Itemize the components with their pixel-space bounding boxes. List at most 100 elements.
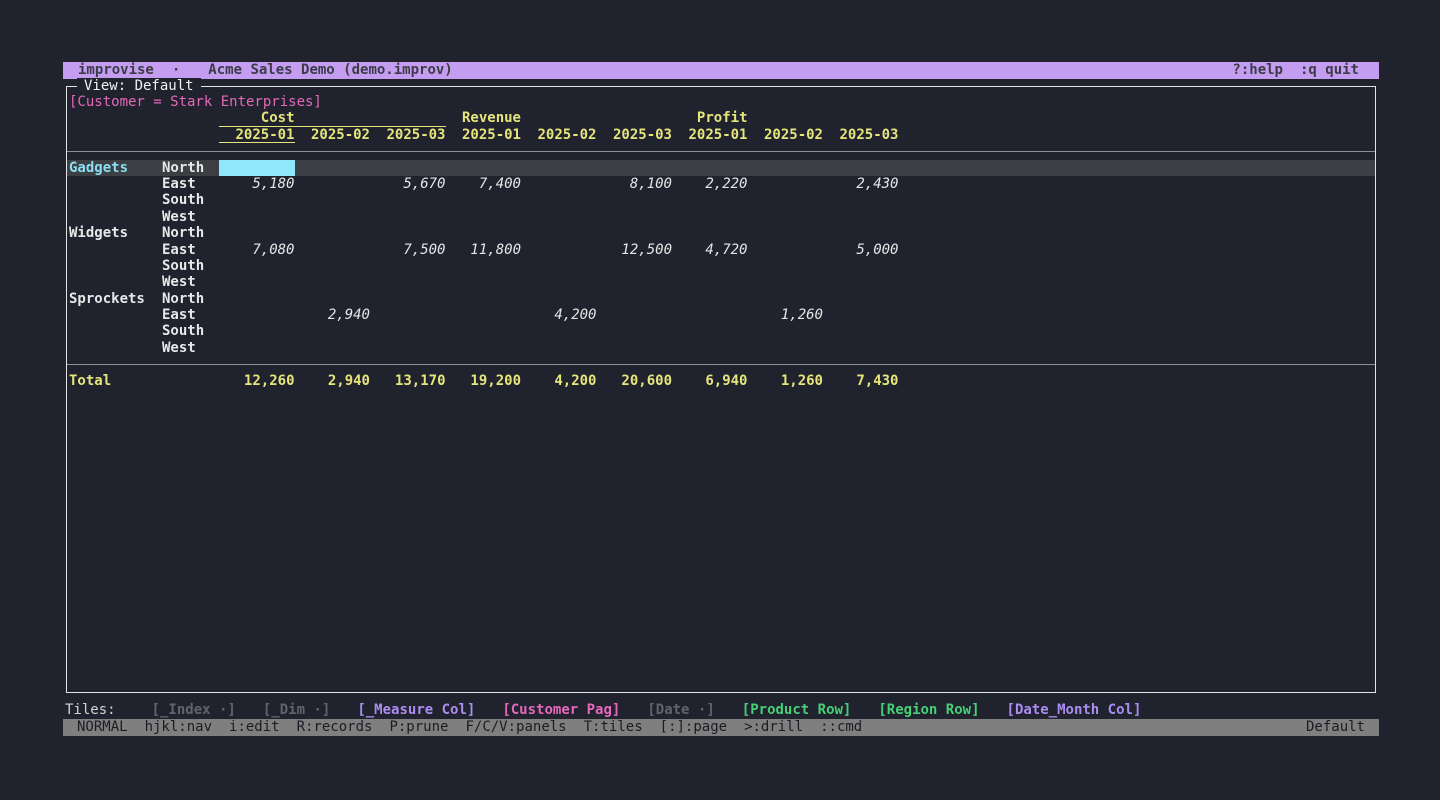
- value-cell[interactable]: [672, 258, 748, 274]
- month-header-cell[interactable]: 2025-02: [295, 127, 371, 143]
- value-cell[interactable]: [446, 307, 522, 323]
- tile-dim[interactable]: [_Dim ·]: [263, 702, 330, 718]
- value-cell[interactable]: [748, 258, 824, 274]
- value-cell[interactable]: [672, 160, 748, 176]
- value-cell[interactable]: [370, 340, 446, 356]
- value-cell[interactable]: [597, 307, 673, 323]
- value-cell[interactable]: [370, 192, 446, 208]
- value-cell[interactable]: [597, 225, 673, 241]
- value-cell[interactable]: [672, 209, 748, 225]
- tile-measurecol[interactable]: [_Measure Col]: [357, 702, 475, 718]
- value-cell[interactable]: [823, 209, 899, 225]
- value-cell[interactable]: [446, 209, 522, 225]
- value-cell[interactable]: [521, 225, 597, 241]
- value-cell[interactable]: [597, 274, 673, 290]
- value-cell[interactable]: 5,000: [823, 242, 899, 258]
- measure-group-revenue[interactable]: Revenue: [446, 110, 673, 126]
- value-cell[interactable]: [446, 258, 522, 274]
- value-cell[interactable]: [823, 274, 899, 290]
- month-header-cell[interactable]: 2025-01: [446, 127, 522, 143]
- value-cell[interactable]: [446, 291, 522, 307]
- value-cell[interactable]: 2,430: [823, 176, 899, 192]
- value-cell[interactable]: [748, 192, 824, 208]
- value-cell[interactable]: [672, 323, 748, 339]
- value-cell[interactable]: [521, 258, 597, 274]
- value-cell[interactable]: [219, 225, 295, 241]
- value-cell[interactable]: [370, 274, 446, 290]
- value-cell[interactable]: [672, 192, 748, 208]
- value-cell[interactable]: [823, 307, 899, 323]
- value-cell[interactable]: [521, 160, 597, 176]
- value-cell[interactable]: 12,500: [597, 242, 673, 258]
- value-cell[interactable]: [748, 291, 824, 307]
- value-cell[interactable]: [748, 225, 824, 241]
- value-cell[interactable]: [446, 225, 522, 241]
- month-header-cell[interactable]: 2025-02: [748, 127, 824, 143]
- value-cell[interactable]: [521, 274, 597, 290]
- value-cell[interactable]: [748, 242, 824, 258]
- help-shortcut[interactable]: ?:help: [1232, 62, 1283, 78]
- value-cell[interactable]: [672, 340, 748, 356]
- value-cell[interactable]: [295, 274, 371, 290]
- value-cell[interactable]: [219, 291, 295, 307]
- value-cell[interactable]: [446, 340, 522, 356]
- value-cell[interactable]: [295, 291, 371, 307]
- value-cell[interactable]: [672, 274, 748, 290]
- value-cell[interactable]: 7,080: [219, 242, 295, 258]
- value-cell[interactable]: [521, 291, 597, 307]
- value-cell[interactable]: [295, 340, 371, 356]
- value-cell[interactable]: [823, 225, 899, 241]
- value-cell[interactable]: [521, 176, 597, 192]
- value-cell[interactable]: [597, 291, 673, 307]
- month-header-cell[interactable]: 2025-03: [823, 127, 899, 143]
- value-cell[interactable]: [748, 209, 824, 225]
- value-cell[interactable]: [521, 209, 597, 225]
- value-cell[interactable]: [446, 274, 522, 290]
- value-cell[interactable]: [446, 192, 522, 208]
- value-cell[interactable]: [370, 323, 446, 339]
- tile-datemonthcol[interactable]: [Date_Month Col]: [1007, 702, 1142, 718]
- month-header-cell[interactable]: 2025-01: [219, 127, 295, 143]
- measure-group-profit[interactable]: Profit: [672, 110, 899, 126]
- value-cell[interactable]: 1,260: [748, 307, 824, 323]
- value-cell[interactable]: [219, 307, 295, 323]
- value-cell[interactable]: [823, 192, 899, 208]
- value-cell[interactable]: [219, 340, 295, 356]
- value-cell[interactable]: [295, 160, 371, 176]
- value-cell[interactable]: [370, 258, 446, 274]
- value-cell[interactable]: [521, 323, 597, 339]
- value-cell[interactable]: [295, 323, 371, 339]
- value-cell[interactable]: [295, 258, 371, 274]
- value-cell[interactable]: [219, 323, 295, 339]
- value-cell[interactable]: [597, 192, 673, 208]
- value-cell[interactable]: [748, 176, 824, 192]
- value-cell[interactable]: 4,200: [521, 307, 597, 323]
- value-cell[interactable]: [370, 291, 446, 307]
- value-cell[interactable]: [219, 274, 295, 290]
- tile-regionrow[interactable]: [Region Row]: [878, 702, 979, 718]
- value-cell[interactable]: [219, 209, 295, 225]
- value-cell[interactable]: [748, 160, 824, 176]
- value-cell[interactable]: 5,670: [370, 176, 446, 192]
- value-cell[interactable]: [370, 160, 446, 176]
- value-cell[interactable]: 11,800: [446, 242, 522, 258]
- month-header-cell[interactable]: 2025-03: [597, 127, 673, 143]
- value-cell[interactable]: [370, 209, 446, 225]
- value-cell[interactable]: [823, 340, 899, 356]
- value-cell[interactable]: [295, 242, 371, 258]
- value-cell[interactable]: [823, 323, 899, 339]
- tile-customerpag[interactable]: [Customer Pag]: [502, 702, 620, 718]
- value-cell[interactable]: [748, 340, 824, 356]
- value-cell[interactable]: [748, 323, 824, 339]
- value-cell[interactable]: 7,500: [370, 242, 446, 258]
- month-header-cell[interactable]: 2025-01: [672, 127, 748, 143]
- value-cell[interactable]: [521, 340, 597, 356]
- value-cell[interactable]: [521, 242, 597, 258]
- month-header-cell[interactable]: 2025-02: [521, 127, 597, 143]
- value-cell[interactable]: [748, 274, 824, 290]
- value-cell[interactable]: [370, 225, 446, 241]
- value-cell[interactable]: [295, 225, 371, 241]
- value-cell[interactable]: 8,100: [597, 176, 673, 192]
- value-cell[interactable]: [597, 340, 673, 356]
- value-cell[interactable]: [823, 258, 899, 274]
